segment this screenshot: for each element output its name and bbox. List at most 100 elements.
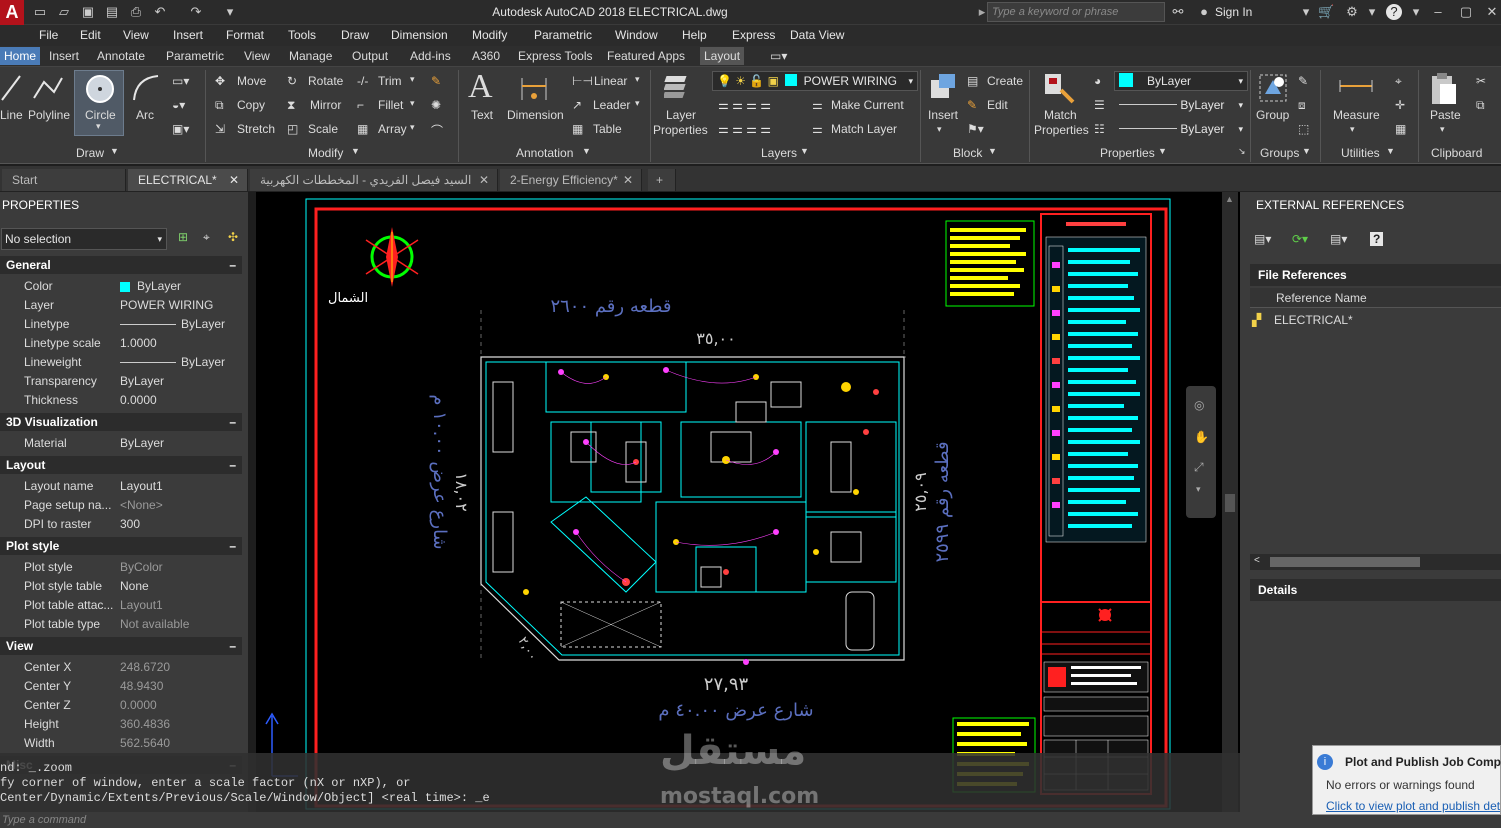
view-details-link[interactable]: Click to view plot and publish det: [1326, 799, 1500, 813]
dimension-button[interactable]: Dimension: [507, 108, 564, 122]
circle-button[interactable]: Circle ▾: [74, 70, 124, 136]
select-objects-icon[interactable]: ⌖: [203, 230, 210, 245]
help-dropdown-icon[interactable]: ▾: [1408, 4, 1424, 20]
property-row[interactable]: Linetype ByLayer: [0, 315, 242, 334]
clipboard-panel-label[interactable]: Clipboard: [1431, 146, 1482, 160]
menu-dimension[interactable]: Dimension: [391, 28, 448, 42]
match-properties-button-line2[interactable]: Properties: [1034, 123, 1089, 137]
move-button[interactable]: Move: [237, 74, 266, 88]
close-tab-icon[interactable]: ✕: [623, 169, 633, 191]
pan-icon[interactable]: ✋: [1194, 430, 1209, 444]
quick-select-icon[interactable]: ⌖: [1395, 74, 1402, 89]
collapse-icon[interactable]: –: [229, 537, 236, 555]
xref-h-scrollbar[interactable]: <: [1250, 554, 1501, 570]
polyline-button[interactable]: Polyline: [28, 108, 70, 122]
tab-home[interactable]: Home: [0, 47, 41, 65]
layers-panel-label[interactable]: Layers: [761, 146, 797, 160]
new-tab-button[interactable]: +: [648, 169, 676, 191]
collapse-icon[interactable]: –: [229, 456, 236, 474]
menu-file[interactable]: File: [39, 28, 58, 42]
scroll-up-icon[interactable]: ▲: [1225, 194, 1234, 204]
new-icon[interactable]: ▭: [32, 4, 48, 20]
copy-button[interactable]: Copy: [237, 98, 265, 112]
lineweight-dropdown[interactable]: ByLayer ▾: [1114, 95, 1248, 115]
properties-panel-label[interactable]: Properties: [1100, 146, 1155, 160]
save-icon[interactable]: ▣: [80, 4, 96, 20]
section-3d-visualization[interactable]: 3D Visualization –: [0, 413, 242, 431]
calculator-icon[interactable]: ▦: [1395, 122, 1406, 136]
paste-button[interactable]: Paste: [1430, 108, 1461, 122]
quick-select-icon[interactable]: ✣: [228, 230, 238, 244]
trim-button[interactable]: Trim: [378, 74, 402, 88]
save-as-icon[interactable]: ▤: [104, 4, 120, 20]
array-button[interactable]: Array: [378, 122, 407, 136]
leader-button[interactable]: Leader: [593, 98, 630, 112]
table-button[interactable]: Table: [593, 122, 622, 136]
qat-dropdown-icon[interactable]: ▾: [222, 4, 238, 20]
section-plot-style[interactable]: Plot style –: [0, 537, 242, 555]
menu-modify[interactable]: Modify: [472, 28, 507, 42]
property-row[interactable]: Lineweight ByLayer: [0, 353, 242, 372]
collapse-icon[interactable]: –: [229, 256, 236, 274]
modify-panel-label[interactable]: Modify: [308, 146, 343, 160]
arc-icon[interactable]: [130, 72, 162, 104]
property-row[interactable]: Material ByLayer: [0, 434, 242, 453]
annotation-panel-expand-icon[interactable]: ▼: [582, 146, 591, 156]
measure-dropdown-icon[interactable]: ▾: [1350, 124, 1355, 135]
hatch-icon[interactable]: ◒▾: [172, 98, 185, 112]
property-row[interactable]: Plot table type Not available: [0, 615, 242, 634]
maximize-icon[interactable]: ▢: [1458, 4, 1474, 20]
property-row[interactable]: DPI to raster 300: [0, 515, 242, 534]
scale-button[interactable]: Scale: [308, 122, 338, 136]
search-input[interactable]: Type a keyword or phrase: [987, 2, 1165, 22]
doc-tab-plans[interactable]: السيد فيصل الفريدي - المخططات الكهربية ✕: [250, 169, 498, 191]
property-row[interactable]: Page setup na... <None>: [0, 496, 242, 515]
tab-express-tools[interactable]: Express Tools: [518, 49, 592, 63]
xref-scroll-thumb[interactable]: [1270, 557, 1420, 567]
leader-dropdown-icon[interactable]: ▾: [635, 98, 640, 109]
change-path-icon[interactable]: ▤▾: [1330, 232, 1347, 246]
doc-tab-energy-efficiency[interactable]: 2-Energy Efficiency* ✕: [500, 169, 642, 191]
property-row[interactable]: Layout name Layout1: [0, 477, 242, 496]
cart-icon[interactable]: 🛒: [1318, 4, 1334, 20]
application-menu-button[interactable]: A: [0, 0, 24, 25]
xref-help-icon[interactable]: ?: [1370, 232, 1384, 246]
command-input[interactable]: Type a command: [0, 812, 1240, 828]
measure-button[interactable]: Measure: [1333, 108, 1380, 122]
tab-add-ins[interactable]: Add-ins: [410, 49, 451, 63]
trim-dropdown-icon[interactable]: ▾: [410, 74, 415, 85]
property-row[interactable]: Center X 248.6720: [0, 658, 242, 677]
ribbon-options-icon[interactable]: ▭▾: [770, 49, 787, 63]
menu-insert[interactable]: Insert: [173, 28, 203, 42]
tab-annotate[interactable]: Annotate: [97, 49, 145, 63]
block-attributes-icon[interactable]: ⚑▾: [967, 122, 984, 136]
electrical-plan-drawing[interactable]: الشمال قطعه رقم ٢٦٠٠ ٣٥,٠٠ شارع عرض ١٠.٠…: [256, 192, 1240, 812]
id-point-icon[interactable]: ✛: [1395, 98, 1405, 112]
line-button[interactable]: Line: [0, 108, 23, 122]
ungroup-icon[interactable]: ⧈: [1298, 98, 1306, 113]
zoom-dropdown-icon[interactable]: ▾: [1196, 484, 1201, 495]
properties-panel-expand-icon[interactable]: ▼: [1158, 146, 1167, 156]
color-dropdown[interactable]: ByLayer ▾: [1114, 71, 1248, 91]
erase-icon[interactable]: ✎: [431, 74, 441, 88]
group-button[interactable]: Group: [1256, 108, 1289, 122]
property-row[interactable]: Transparency ByLayer: [0, 372, 242, 391]
property-row[interactable]: Center Z 0.0000: [0, 696, 242, 715]
make-current-button[interactable]: Make Current: [831, 98, 904, 112]
tab-manage[interactable]: Manage: [289, 49, 332, 63]
collapse-icon[interactable]: –: [229, 637, 236, 655]
doc-tab-electrical[interactable]: ELECTRICAL* ✕: [128, 169, 248, 191]
linetype-dropdown[interactable]: ByLayer ▾: [1114, 119, 1248, 139]
menu-format[interactable]: Format: [226, 28, 264, 42]
help-icon[interactable]: ?: [1386, 4, 1402, 20]
layers-panel-expand-icon[interactable]: ▼: [800, 146, 809, 156]
match-properties-button[interactable]: Match: [1044, 108, 1077, 122]
property-row[interactable]: Plot table attac... Layout1: [0, 596, 242, 615]
stretch-button[interactable]: Stretch: [237, 122, 275, 136]
redo-icon[interactable]: ↷: [188, 4, 204, 20]
layer-tools-row2-icon[interactable]: ⚌ ⚌ ⚌ ⚌: [718, 122, 771, 136]
tab-layout[interactable]: Layout: [700, 47, 745, 65]
signin-dropdown-icon[interactable]: ▾: [1298, 4, 1314, 20]
property-row[interactable]: Layer POWER WIRING: [0, 296, 242, 315]
create-block-button[interactable]: Create: [987, 74, 1023, 88]
